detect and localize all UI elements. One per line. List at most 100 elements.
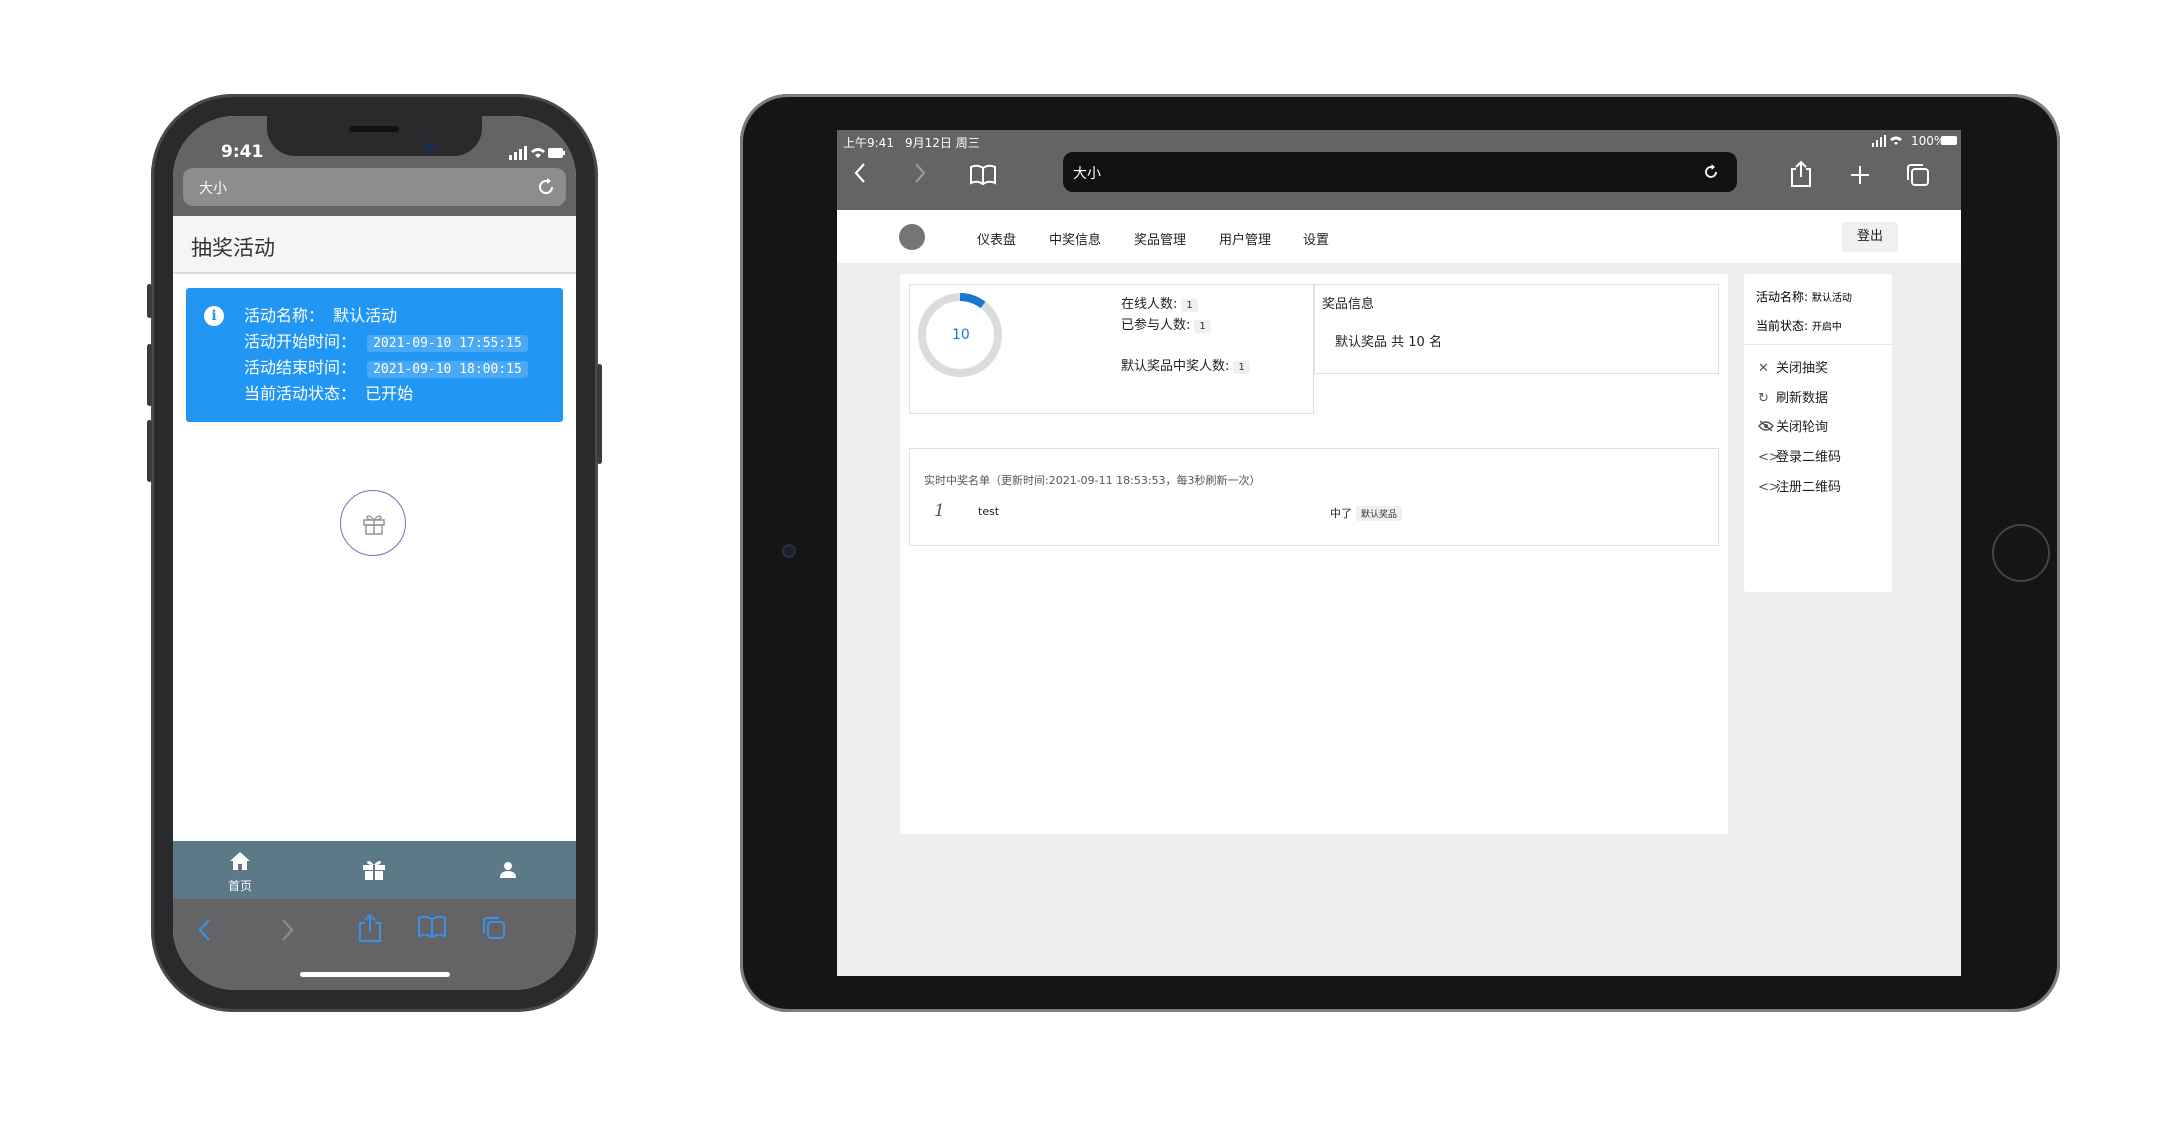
- status-date: 9月12日 周三: [905, 136, 980, 150]
- dashboard-area: 10 在线人数: 1 已参与人数: 1 默认奖品中奖人数: 1 奖品信息 默认奖品 共…: [837, 264, 1961, 976]
- signal-wifi-icon: [1872, 135, 1902, 147]
- winners-value: 1: [1233, 361, 1250, 374]
- mute-switch: [147, 284, 152, 318]
- nav-settings[interactable]: 设置: [1303, 229, 1329, 248]
- url-text: 大小: [199, 181, 227, 197]
- forward-icon[interactable]: [279, 917, 297, 943]
- back-icon[interactable]: [195, 917, 213, 943]
- nav-winners[interactable]: 中奖信息: [1049, 229, 1101, 248]
- close-draw-label: 关闭抽奖: [1776, 361, 1829, 376]
- volume-down-button: [147, 420, 152, 482]
- home-button[interactable]: [1992, 524, 2050, 582]
- top-nav: 仪表盘 中奖信息 奖品管理 用户管理 设置 登出: [837, 210, 1961, 264]
- stop-polling-button[interactable]: 关闭轮询: [1758, 416, 1828, 435]
- state-label: 当前活动状态：: [244, 384, 357, 403]
- online-count-row: 在线人数: 1: [1121, 293, 1198, 312]
- speaker: [349, 126, 399, 132]
- reload-icon[interactable]: [1701, 162, 1721, 182]
- start-time-row: 活动开始时间： 2021-09-10 17:55:15: [244, 328, 528, 352]
- login-qrcode-button[interactable]: <>登录二维码: [1758, 446, 1841, 465]
- start-time-value: 2021-09-10 17:55:15: [367, 335, 528, 352]
- register-qrcode-button[interactable]: <>注册二维码: [1758, 476, 1841, 495]
- bookmarks-icon[interactable]: [969, 164, 997, 186]
- phone-screen: 9:41 大小 抽奖活动 i 活动名称： 默认活动 活动开始时间： 2021-0…: [173, 116, 576, 990]
- prize-info-line: 默认奖品 共 10 名: [1335, 335, 1442, 350]
- person-icon: [500, 862, 516, 878]
- register-qrcode-label: 注册二维码: [1776, 480, 1842, 495]
- url-bar[interactable]: 大小: [183, 168, 566, 206]
- refresh-data-button[interactable]: ↻ 刷新数据: [1758, 387, 1828, 406]
- page-title: 抽奖活动: [191, 236, 275, 260]
- refresh-data-label: 刷新数据: [1776, 391, 1829, 406]
- login-qrcode-label: 登录二维码: [1776, 450, 1842, 465]
- state-value: 开启中: [1811, 322, 1842, 333]
- info-icon: i: [204, 306, 224, 326]
- state-row: 当前活动状态： 已开始: [244, 380, 413, 404]
- end-time-value: 2021-09-10 18:00:15: [367, 361, 528, 378]
- logout-button[interactable]: 登出: [1842, 222, 1898, 252]
- iphone-device: 9:41 大小 抽奖活动 i 活动名称： 默认活动 活动开始时间： 2021-0…: [147, 94, 602, 1012]
- eye-off-icon: [1758, 420, 1774, 432]
- winner-result: 中了 默认奖品: [1330, 505, 1403, 521]
- tab-profile[interactable]: [441, 841, 575, 899]
- front-camera: [425, 142, 435, 152]
- start-time-label: 活动开始时间：: [244, 332, 357, 351]
- url-bar[interactable]: 大小: [1063, 152, 1737, 192]
- nav-users[interactable]: 用户管理: [1219, 229, 1271, 248]
- joined-count-row: 已参与人数: 1: [1121, 314, 1211, 333]
- tabs-icon[interactable]: [1905, 162, 1931, 188]
- dashboard-card: 10 在线人数: 1 已参与人数: 1 默认奖品中奖人数: 1 奖品信息 默认奖品 共…: [900, 274, 1728, 834]
- share-icon[interactable]: [1789, 160, 1813, 188]
- ipad-device: 上午9:41 9月12日 周三 100% 大小 仪表盘 中奖信息 奖品管理 用户…: [740, 94, 2060, 1012]
- control-sidebar: 活动名称: 默认活动 当前状态: 开启中 ✕ 关闭抽奖 ↻ 刷新数据 关闭轮询: [1744, 274, 1892, 592]
- tab-home[interactable]: 首页: [173, 841, 307, 899]
- forward-icon[interactable]: [913, 162, 927, 184]
- nav-prizes[interactable]: 奖品管理: [1134, 229, 1186, 248]
- draw-gift-button[interactable]: [340, 490, 406, 556]
- winners-count-row: 默认奖品中奖人数: 1: [1121, 355, 1250, 374]
- battery-icon: [1941, 136, 1957, 145]
- winner-index: 1: [934, 501, 945, 521]
- close-icon: ✕: [1758, 361, 1769, 376]
- activity-label: 活动名称:: [1756, 290, 1809, 304]
- bookmarks-icon[interactable]: [417, 915, 447, 939]
- tablet-camera: [782, 544, 796, 558]
- activity-name-row: 活动名称： 默认活动: [244, 302, 397, 326]
- status-icons: [509, 146, 565, 160]
- url-text: 大小: [1073, 166, 1101, 182]
- stop-polling-label: 关闭轮询: [1776, 420, 1829, 435]
- gift-icon: [363, 861, 385, 880]
- reload-icon[interactable]: [535, 176, 557, 198]
- activity-state-row: 当前状态: 开启中: [1756, 317, 1842, 334]
- stats-panel: 10 在线人数: 1 已参与人数: 1 默认奖品中奖人数: 1: [909, 284, 1314, 414]
- prize-info-title: 奖品信息: [1322, 297, 1375, 312]
- code-icon: <>: [1758, 480, 1780, 495]
- prize-info-panel: 奖品信息 默认奖品 共 10 名: [1314, 284, 1719, 374]
- activity-info-card: i 活动名称： 默认活动 活动开始时间： 2021-09-10 17:55:15…: [186, 288, 563, 422]
- joined-value: 1: [1194, 320, 1211, 333]
- bottom-tabbar: 首页: [173, 841, 576, 899]
- volume-up-button: [147, 344, 152, 406]
- close-draw-button[interactable]: ✕ 关闭抽奖: [1758, 357, 1828, 376]
- winner-row: 1 test 中了 默认奖品: [910, 501, 1718, 525]
- donut-value: 10: [952, 327, 970, 343]
- winners-list-title: 实时中奖名单（更新时间:2021-09-11 18:53:53，每3秒刷新一次）: [924, 474, 1261, 487]
- sidebar-divider: [1744, 344, 1892, 345]
- tab-prizes[interactable]: [307, 841, 441, 899]
- back-icon[interactable]: [853, 162, 867, 184]
- tabs-icon[interactable]: [481, 915, 507, 941]
- joined-label: 已参与人数:: [1121, 318, 1191, 333]
- refresh-icon: ↻: [1758, 391, 1769, 406]
- new-tab-icon[interactable]: [1849, 164, 1871, 186]
- tab-home-label: 首页: [227, 879, 252, 893]
- state-label: 当前状态:: [1756, 319, 1809, 333]
- winner-name: test: [978, 505, 1000, 518]
- end-time-row: 活动结束时间： 2021-09-10 18:00:15: [244, 354, 528, 378]
- share-icon[interactable]: [357, 913, 383, 943]
- code-icon: <>: [1758, 450, 1780, 465]
- home-icon: [230, 852, 250, 870]
- nav-dashboard[interactable]: 仪表盘: [977, 229, 1016, 248]
- home-indicator: [300, 972, 450, 977]
- logo[interactable]: [899, 224, 925, 250]
- tablet-screen: 上午9:41 9月12日 周三 100% 大小 仪表盘 中奖信息 奖品管理 用户…: [837, 130, 1961, 976]
